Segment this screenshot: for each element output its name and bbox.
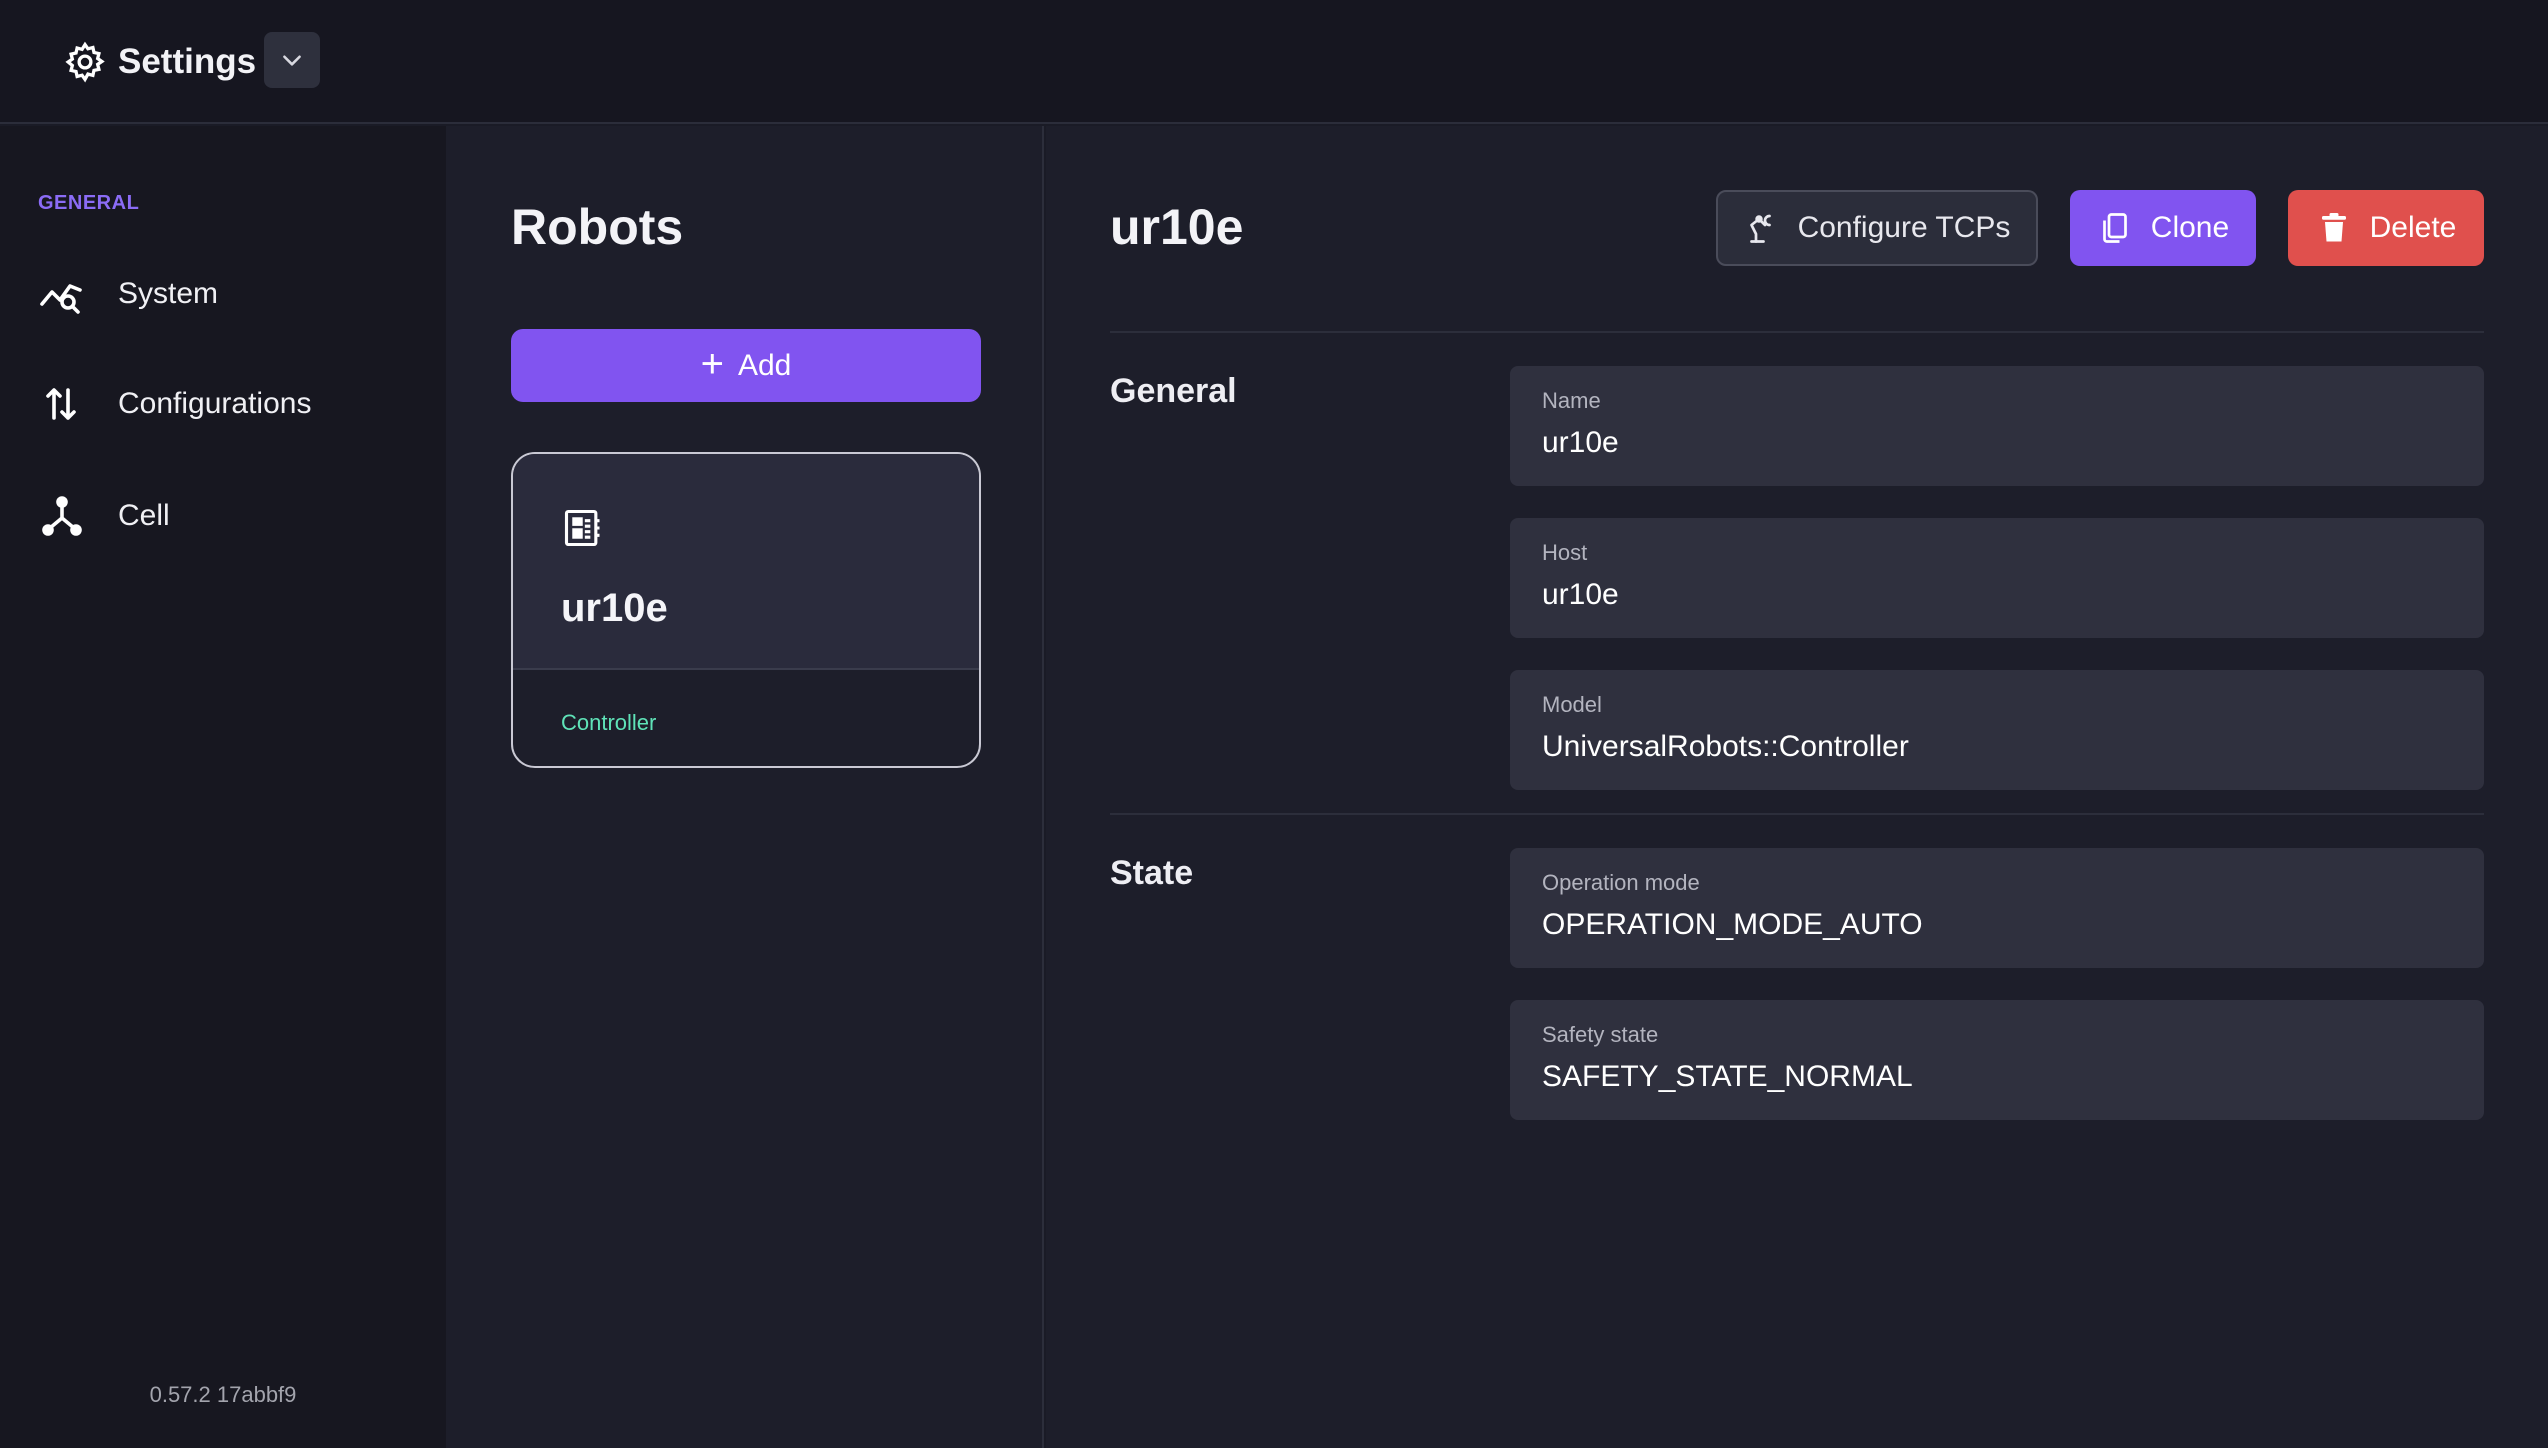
field-label: Model <box>1542 692 1602 717</box>
name-field[interactable]: Name ur10e <box>1510 366 2484 486</box>
add-robot-label: Add <box>737 348 792 382</box>
robot-card[interactable]: ur10e Controller <box>511 452 981 768</box>
robot-card-name: ur10e <box>561 586 668 630</box>
host-field[interactable]: Host ur10e <box>1510 518 2484 638</box>
card-divider <box>513 668 979 670</box>
app-title[interactable]: Settings <box>118 38 256 86</box>
field-label: Name <box>1542 388 1601 413</box>
robots-list-panel: Robots + Add ur10e Controller <box>446 126 1044 1448</box>
delete-label: Delete <box>2369 211 2457 244</box>
field-value: ur10e <box>1542 426 1619 459</box>
clone-button[interactable]: Clone <box>2070 190 2256 266</box>
configure-tcps-label: Configure TCPs <box>1797 211 2011 244</box>
operation-mode-field[interactable]: Operation mode OPERATION_MODE_AUTO <box>1510 848 2484 968</box>
robot-detail-panel: ur10e Configure TCPs Clone Delete Genera… <box>1046 126 2548 1448</box>
sidebar-item-system[interactable]: System <box>38 264 418 324</box>
robots-heading: Robots <box>511 199 684 255</box>
add-robot-button[interactable]: + Add <box>511 329 981 402</box>
chart-search-icon <box>40 284 82 314</box>
sidebar-item-configurations[interactable]: Configurations <box>38 374 418 434</box>
robot-card-type: Controller <box>561 710 657 735</box>
field-value: UniversalRobots::Controller <box>1542 730 1909 763</box>
copy-icon <box>2102 213 2127 243</box>
sidebar-item-label: Configurations <box>118 387 312 420</box>
app-version: 0.57.2 17abbf9 <box>149 1382 297 1407</box>
field-value: OPERATION_MODE_AUTO <box>1542 908 1923 941</box>
cell-network-icon <box>42 496 82 536</box>
safety-state-field[interactable]: Safety state SAFETY_STATE_NORMAL <box>1510 1000 2484 1120</box>
field-label: Operation mode <box>1542 870 1700 895</box>
trash-icon <box>2321 213 2346 242</box>
section-divider <box>1110 813 2484 815</box>
sidebar-section-label: GENERAL <box>38 192 140 214</box>
section-divider <box>1110 331 2484 333</box>
sidebar-item-label: Cell <box>118 499 170 532</box>
delete-button[interactable]: Delete <box>2288 190 2484 266</box>
controller-chip-icon <box>564 509 600 547</box>
field-value: SAFETY_STATE_NORMAL <box>1542 1060 1913 1093</box>
settings-dropdown-button[interactable] <box>264 32 320 88</box>
chevron-down-icon <box>283 55 301 66</box>
general-section-label: General <box>1110 372 1237 410</box>
configure-tcps-button[interactable]: Configure TCPs <box>1716 190 2038 266</box>
model-field[interactable]: Model UniversalRobots::Controller <box>1510 670 2484 790</box>
gear-icon <box>65 41 105 83</box>
state-section-label: State <box>1110 854 1194 892</box>
sort-arrows-icon <box>46 388 76 420</box>
robot-detail-title: ur10e <box>1110 199 1244 255</box>
clone-label: Clone <box>2150 211 2230 244</box>
sidebar-item-label: System <box>118 277 219 310</box>
sidebar: GENERAL System Configurations Cell 0.57.… <box>0 126 446 1448</box>
plus-icon: + <box>700 341 724 386</box>
robot-arm-icon <box>1749 214 1771 243</box>
field-label: Host <box>1542 540 1588 565</box>
sidebar-item-cell[interactable]: Cell <box>38 486 418 546</box>
field-label: Safety state <box>1542 1022 1659 1047</box>
top-bar: Settings <box>0 0 2548 124</box>
robot-card-header: ur10e <box>513 454 979 668</box>
field-value: ur10e <box>1542 578 1619 611</box>
